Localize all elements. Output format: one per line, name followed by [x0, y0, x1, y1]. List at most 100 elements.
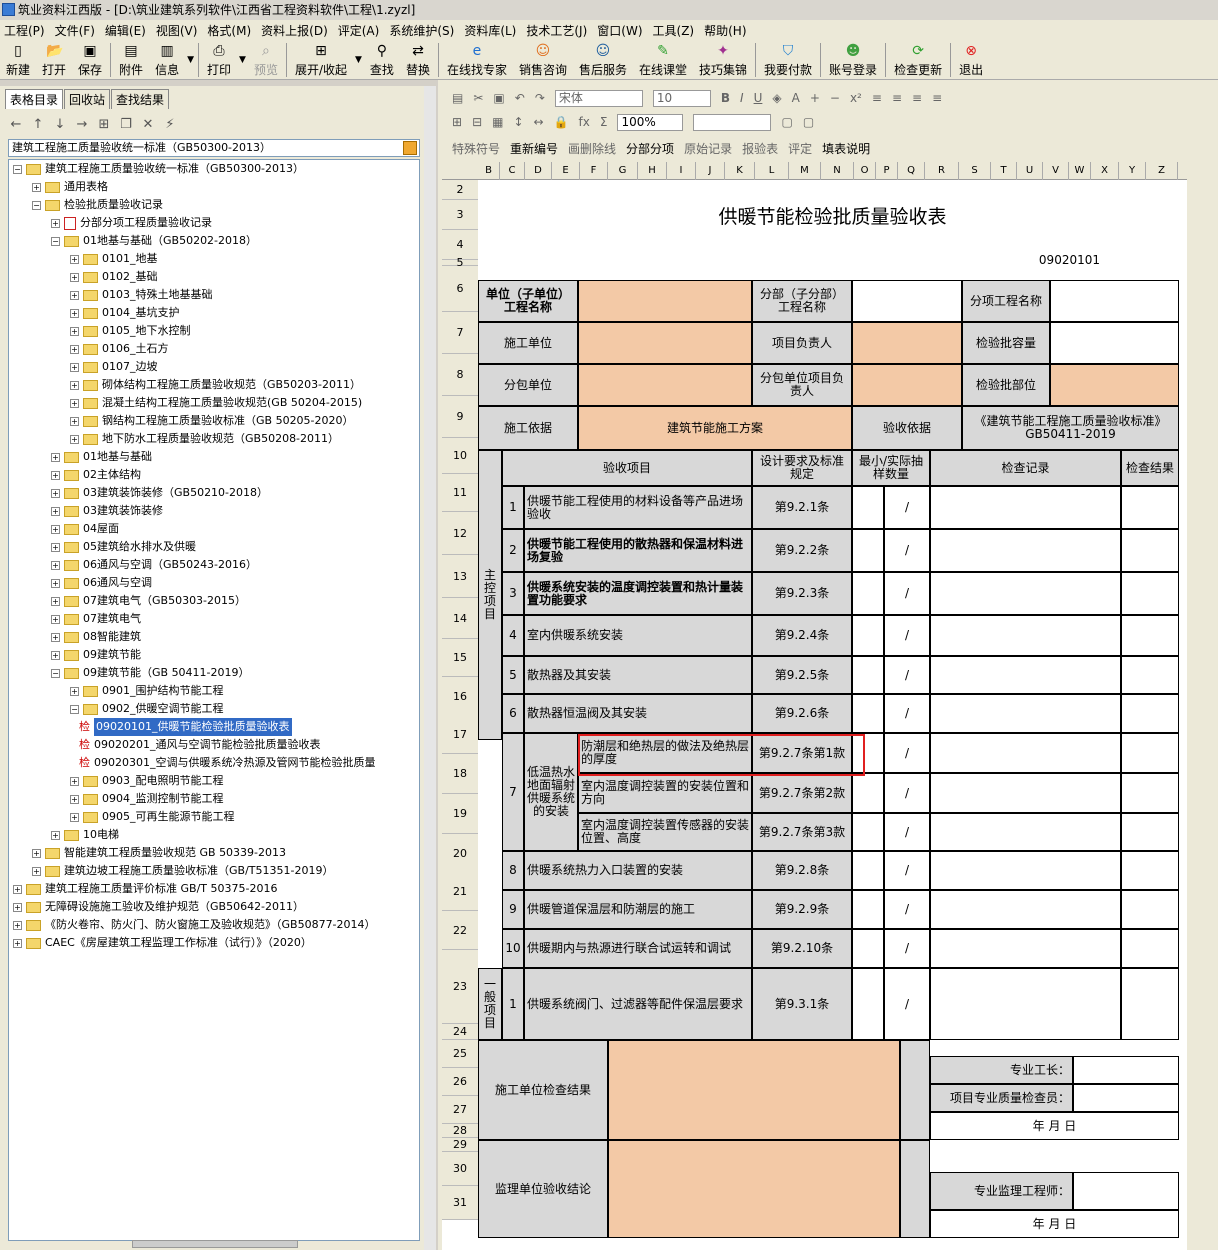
exit-button[interactable]: ⊗ 退出 [953, 40, 989, 80]
insert-row-icon[interactable]: + [810, 91, 820, 105]
column-label[interactable]: K [725, 162, 755, 180]
up-arrow-icon[interactable]: ↑ [27, 117, 49, 132]
menu-item-5[interactable]: 资料上报(D) [261, 22, 328, 39]
expand-icon[interactable]: + [51, 578, 60, 588]
tree-node[interactable]: 检 09020301_空调与供暖系统冷热源及管网节能检验批质量 [79, 754, 376, 772]
print-dropdown-icon[interactable]: ▼ [237, 55, 248, 65]
item-result[interactable] [1121, 773, 1179, 813]
item-text[interactable]: 供暖期内与热源进行联合试运转和调试 [524, 929, 752, 968]
row-label[interactable]: 31 [442, 1186, 478, 1220]
add-table-icon[interactable]: ⊞ [93, 117, 115, 132]
menu-item-1[interactable]: 文件(F) [55, 22, 95, 39]
row-label[interactable]: 28 [442, 1124, 478, 1138]
item-slash[interactable]: / [884, 851, 930, 890]
cell-border-icon[interactable]: ▢ [781, 115, 792, 129]
item-result[interactable] [1121, 615, 1179, 656]
tree-node[interactable]: +05建筑给水排水及供暖 [51, 538, 196, 556]
tab-search-results[interactable]: 查找结果 [111, 89, 170, 109]
tree-node[interactable]: +0106_土石方 [70, 340, 169, 358]
expand-icon[interactable]: + [51, 596, 60, 606]
expand-icon[interactable]: + [51, 614, 60, 624]
item-text[interactable]: 供暖管道保温层和防潮层的施工 [524, 890, 752, 929]
column-label[interactable]: R [925, 162, 959, 180]
column-label[interactable]: G [608, 162, 638, 180]
item-record[interactable] [930, 572, 1121, 615]
merge-icon[interactable]: ⊞ [452, 115, 462, 129]
line-style-select[interactable] [693, 113, 772, 131]
bold-icon[interactable]: B [721, 91, 730, 105]
item-min[interactable] [852, 529, 884, 572]
row-label[interactable]: 8 [442, 354, 478, 396]
tree-node[interactable]: + 智能建筑工程质量验收规范 GB 50339-2013 [32, 844, 286, 862]
row-label[interactable]: 23 [442, 950, 478, 1024]
tree-node[interactable]: +09建筑节能 [51, 646, 141, 664]
item-slash[interactable]: / [884, 572, 930, 615]
acceptance-label[interactable]: 验收依据 [852, 406, 962, 450]
tree-node[interactable]: +0904_监测控制节能工程 [70, 790, 224, 808]
collapse-icon[interactable]: − [51, 236, 60, 246]
item-min[interactable] [852, 968, 884, 1040]
paste-icon[interactable]: ▤ [452, 91, 463, 105]
copy-icon[interactable]: ❐ [115, 117, 137, 132]
info-dropdown-icon[interactable]: ▼ [185, 55, 196, 65]
left-arrow-icon[interactable]: ← [5, 117, 27, 132]
tree-node[interactable]: +01地基与基础 [51, 448, 152, 466]
align-center-icon[interactable]: ≡ [892, 91, 902, 105]
basis-field[interactable]: 建筑节能施工方案 [578, 406, 852, 450]
header-result[interactable]: 检查结果 [1121, 450, 1179, 486]
row-label[interactable]: 2 [442, 180, 478, 200]
expand-icon[interactable]: + [70, 380, 79, 390]
item-record[interactable] [930, 733, 1121, 773]
supervisor-result-field[interactable] [608, 1140, 900, 1238]
tree-node[interactable]: +06通风与空调 [51, 574, 152, 592]
tree-node[interactable]: +06通风与空调（GB50243-2016） [51, 556, 257, 574]
item-number[interactable]: 8 [502, 851, 524, 890]
info-button[interactable]: ▥ 信息 [149, 40, 185, 80]
formula-icon[interactable]: fx [579, 115, 590, 129]
column-label[interactable]: F [580, 162, 608, 180]
row-label[interactable]: 6 [442, 266, 478, 312]
column-label[interactable]: B [478, 162, 500, 180]
tree-node[interactable]: + CAEC《房屋建筑工程监理工作标准（试行）》（2020） [13, 934, 312, 952]
spacer-cell[interactable] [900, 1140, 930, 1238]
tree-node[interactable]: − 检验批质量验收记录 [32, 196, 163, 214]
collapse-icon[interactable]: − [70, 704, 79, 714]
underline-icon[interactable]: U [754, 91, 763, 105]
item-record[interactable] [930, 929, 1121, 968]
item-text[interactable]: 供暖节能工程使用的散热器和保温材料进场复验 [524, 529, 752, 572]
redo-icon[interactable]: ↷ [535, 91, 545, 105]
menu-item-11[interactable]: 工具(Z) [653, 22, 695, 39]
item-result[interactable] [1121, 656, 1179, 694]
tree-node[interactable]: +0107_边坡 [70, 358, 158, 376]
item-text[interactable]: 供暖节能工程使用的材料设备等产品进场验收 [524, 486, 752, 529]
item-min[interactable] [852, 813, 884, 851]
item-result[interactable] [1121, 733, 1179, 773]
menu-item-4[interactable]: 格式(M) [207, 22, 251, 39]
subitem-button[interactable]: 分部分项 [626, 140, 674, 157]
expand-icon[interactable]: + [51, 488, 60, 498]
general-item-label[interactable]: 一般项目 [478, 968, 502, 1040]
original-record-button[interactable]: 原始记录 [684, 140, 732, 157]
row-label[interactable]: 19 [442, 794, 478, 834]
item-requirement[interactable]: 第9.2.3条 [752, 572, 852, 615]
row-label[interactable]: 13 [442, 555, 478, 598]
row-label[interactable]: 14 [442, 598, 478, 639]
item-number[interactable]: 4 [502, 615, 524, 656]
tab-recycle[interactable]: 回收站 [64, 89, 111, 109]
tree-node[interactable]: +08智能建筑 [51, 628, 141, 646]
font-select[interactable]: 宋体 [554, 89, 643, 107]
foreman-label[interactable]: 专业工长： [930, 1056, 1073, 1084]
constructor-result-field[interactable] [608, 1040, 900, 1140]
item-requirement[interactable]: 第9.2.5条 [752, 656, 852, 694]
item-slash[interactable]: / [884, 733, 930, 773]
expand-icon[interactable]: + [70, 362, 79, 372]
tree-node[interactable]: +07建筑电气 [51, 610, 141, 628]
column-label[interactable]: I [667, 162, 696, 180]
item-requirement[interactable]: 第9.2.9条 [752, 890, 852, 929]
item-number[interactable]: 10 [502, 929, 524, 968]
expand-icon[interactable]: + [70, 344, 79, 354]
item-result[interactable] [1121, 694, 1179, 733]
justify-icon[interactable]: ≡ [932, 91, 942, 105]
chevron-down-icon[interactable] [403, 141, 417, 155]
item-requirement[interactable]: 第9.2.8条 [752, 851, 852, 890]
